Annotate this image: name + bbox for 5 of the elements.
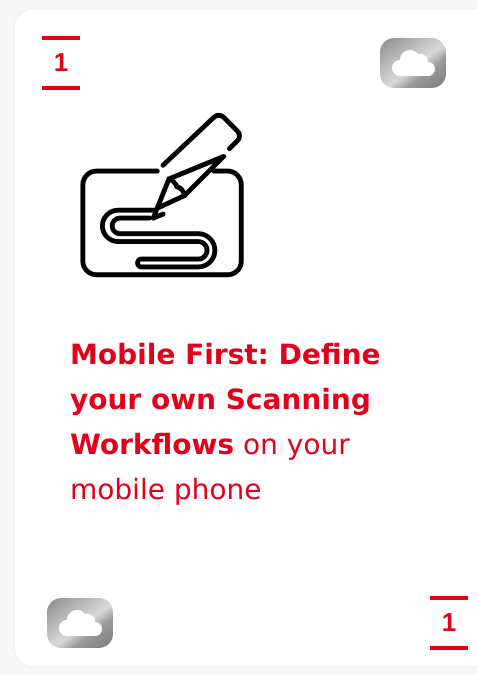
cloud-icon	[47, 598, 113, 648]
card-number: 1	[430, 596, 468, 650]
card-heading: Mobile First: Define your own Scanning Workflows on your mobile phone	[70, 336, 382, 508]
cloud-icon	[380, 38, 446, 88]
card-number: 1	[42, 36, 80, 90]
